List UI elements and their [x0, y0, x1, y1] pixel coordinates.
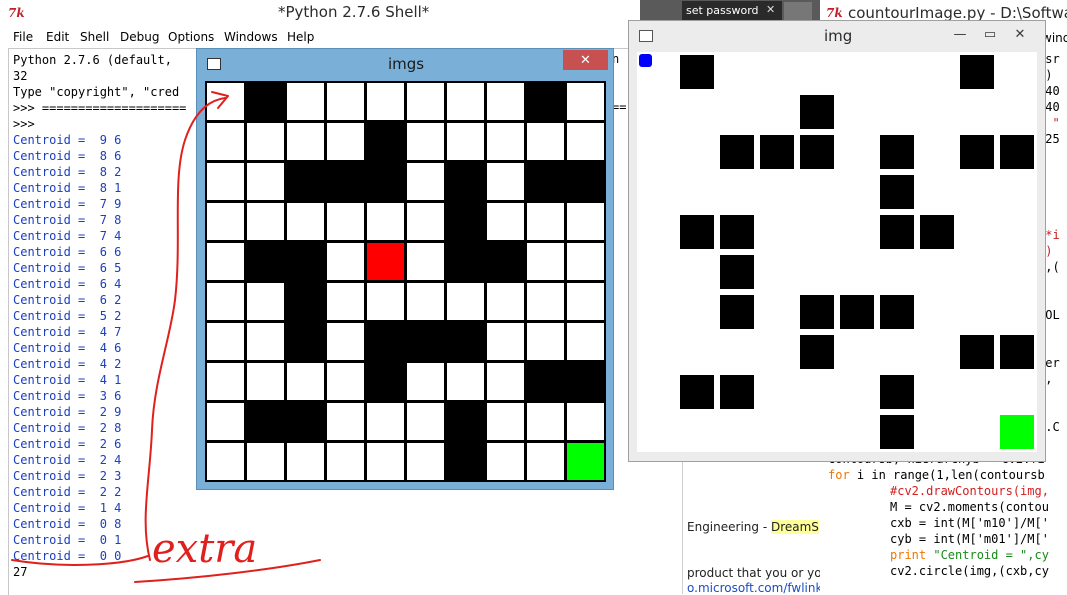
extra-annotation: extra	[11, 91, 321, 583]
annotation-arrow-line	[144, 97, 226, 561]
annotation-text: extra	[152, 526, 257, 572]
annotation-underline	[11, 555, 149, 566]
